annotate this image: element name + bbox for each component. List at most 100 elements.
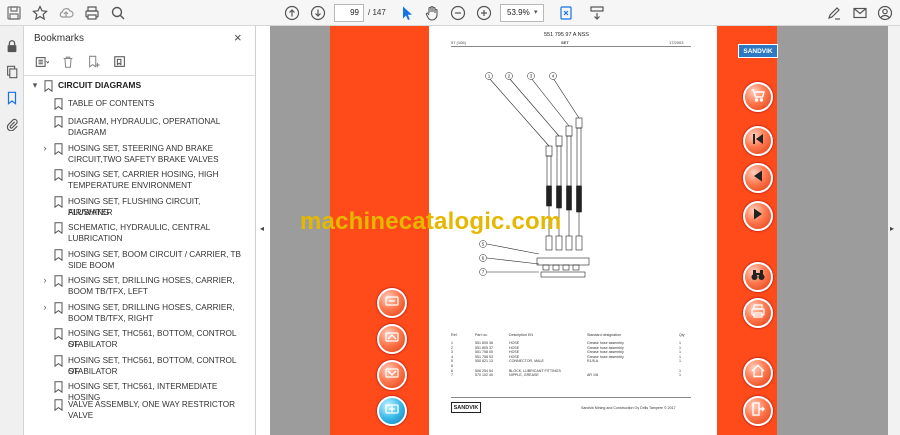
expand-chevron-icon[interactable]: › [40,275,50,286]
bookmark-panel-icon[interactable] [4,90,20,106]
table-cell: AR 1/8 [587,373,598,378]
home-button[interactable] [743,358,773,388]
cart-icon [750,87,766,108]
layout-button-1[interactable] [377,288,407,318]
expand-right-panel-icon[interactable]: ▸ [890,224,894,233]
hose-assembly-drawing: 1 2 3 4 5 6 7 [479,72,590,278]
collapse-panel-icon[interactable]: ◂ [260,224,264,233]
account-icon[interactable] [875,3,895,23]
page-number-label: 97 (106) [451,40,466,45]
close-icon[interactable]: × [234,30,242,45]
table-header-cell: Ref. [451,333,458,337]
zoom-dropdown-arrow-icon[interactable]: ▾ [534,8,538,16]
table-cell: Grease hose assembly [587,345,624,350]
attachment-icon[interactable] [4,116,20,132]
expand-chevron-icon[interactable]: › [40,302,50,313]
table-cell: Grease hose assembly [587,350,624,355]
table-cell: 551 805 37 [475,345,493,350]
bookmark-label: HOSING SET, DRILLING HOSES, CARRIER, [68,302,235,312]
bookmark-label: FLUSHING [68,207,110,217]
table-cell: 6 [451,364,453,368]
bookmark-icon [54,275,63,288]
expand-chevron-icon[interactable]: › [40,143,50,154]
prev-page-icon[interactable] [282,3,302,23]
bookmark-icon [54,116,63,129]
table-cell: 1 [679,345,681,350]
previous-page-button[interactable] [743,163,773,193]
bookmark-label: CIRCUIT,TWO SAFETY BRAKE VALVES [68,154,219,164]
print-icon[interactable] [82,3,102,23]
bookmark-label: BOOM TB/TFX, RIGHT [68,313,154,323]
cloud-upload-icon[interactable] [56,3,76,23]
bookmark-label: VALVE ASSEMBLY, ONE WAY RESTRICTOR [68,400,235,409]
page-date-label: 17/2003 [669,40,684,45]
cart-button[interactable] [743,82,773,112]
home-icon [750,363,766,384]
bookmark-icon [54,381,63,394]
bookmark-label: HOSING SET, CARRIER HOSING, HIGH [68,170,219,179]
bookmark-icon [44,80,53,93]
bookmarks-panel: Bookmarks × ▾ CIRCUIT DIAGRAMS TABLE OF CO… [24,26,256,435]
bookmark-label: HOSING SET, BOOM CIRCUIT / CARRIER, TB [68,249,242,259]
table-cell: 551 758 05 [475,350,493,355]
table-header-cell: Description EN [509,333,533,337]
table-cell: Grease hose assembly [587,341,624,345]
bookmark-label: DIAGRAM [68,128,107,137]
print-button[interactable] [743,298,773,328]
table-cell: 2 [451,345,453,350]
fit-page-icon[interactable] [556,3,576,23]
page-total-label: / 147 [368,8,386,17]
left-navigation-rail [0,26,24,435]
bookmarks-toolbar [34,55,128,71]
table-cell: 570 102 40 [475,373,493,378]
table-cell: 551 805 36 [475,341,493,345]
table-cell: HOSE [509,345,520,350]
save-icon[interactable] [4,3,24,23]
footer-rule [451,397,691,398]
star-icon[interactable] [30,3,50,23]
search-button[interactable] [743,262,773,292]
scroll-mode-icon[interactable] [587,3,607,23]
bookmark-label: DIAGRAM, HYDRAULIC, OPERATIONAL [68,117,221,126]
edit-sign-icon[interactable] [824,3,844,23]
zoom-in-icon[interactable] [474,3,494,23]
bookmark-icon [54,98,63,111]
tag-bookmark-icon[interactable] [112,55,128,69]
page-number-input[interactable]: 99 [334,4,364,22]
table-cell: HOSE [509,341,520,345]
zoom-out-icon[interactable] [448,3,468,23]
bookmark-label: CIRCUIT DIAGRAMS [58,80,142,90]
next-page-icon[interactable] [308,3,328,23]
bookmark-label: TABLE OF CONTENTS [68,99,155,108]
page-section-label: SET [561,40,569,45]
options-menu-icon[interactable] [34,55,50,69]
layout-button-4[interactable] [377,396,407,426]
lock-icon[interactable] [4,38,20,54]
layout-button-3[interactable] [377,360,407,390]
bookmark-label: SIDE BOOM [68,260,115,270]
table-cell: BLOCK, LUBRICANT FITTINGS [509,368,561,373]
pages-thumbnail-icon[interactable] [4,64,20,80]
delete-bookmark-icon[interactable] [60,55,76,69]
first-page-button[interactable] [743,126,773,156]
table-cell: 1 [679,373,681,378]
layout-button-2[interactable] [377,324,407,354]
expand-chevron-icon[interactable]: ▾ [30,80,40,91]
bookmark-label: LUBRICATION [68,234,123,243]
zoom-search-icon[interactable] [108,3,128,23]
table-cell: 1 [451,341,453,345]
hand-tool-icon[interactable] [422,3,442,23]
table-cell: Grease hose assembly [587,354,624,359]
bookmark-label: HOSING SET, STEERING AND BRAKE [68,143,214,153]
select-cursor-icon[interactable] [397,3,417,23]
header-rule [451,46,691,47]
exit-button[interactable] [743,396,773,426]
bookmark-icon [54,354,63,367]
table-cell: 551 758 53 [475,354,493,359]
next-page-button[interactable] [743,201,773,231]
mail-icon[interactable] [850,3,870,23]
table-cell: 506 254 54 [475,368,493,373]
bookmark-icon [54,142,63,155]
bookmark-icon [54,195,63,208]
new-bookmark-icon[interactable] [86,55,102,69]
